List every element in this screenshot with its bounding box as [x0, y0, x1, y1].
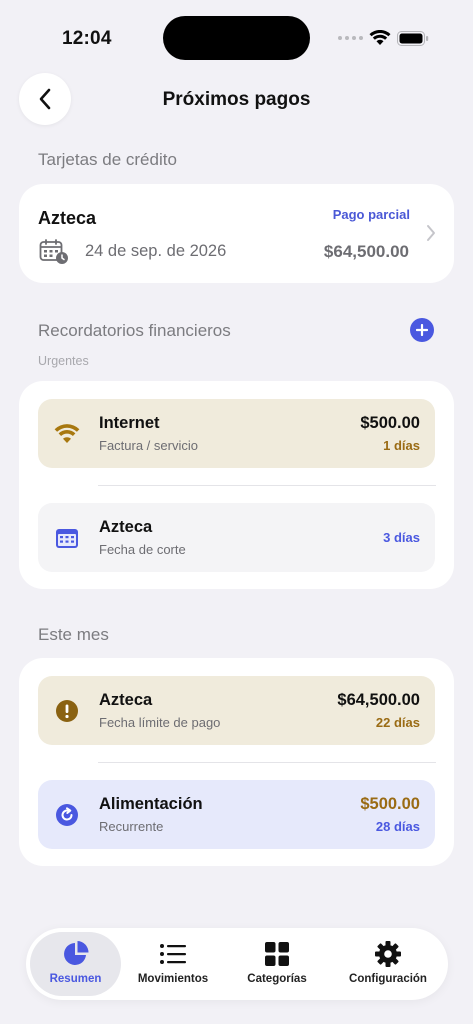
reminder-amount: $500.00 — [360, 414, 420, 432]
plus-icon — [416, 324, 428, 336]
reminder-title: Internet — [99, 414, 160, 432]
add-reminder-button[interactable] — [410, 318, 434, 342]
tab-configuracion[interactable]: Configuración — [336, 932, 440, 996]
pie-chart-icon — [62, 939, 90, 969]
payment-subtitle: Recurrente — [99, 819, 164, 834]
chevron-right-icon — [427, 225, 435, 241]
tab-label: Categorías — [247, 973, 307, 985]
due-date: 24 de sep. de 2026 — [85, 242, 227, 260]
grid-icon — [264, 939, 290, 969]
status-time: 12:04 — [62, 28, 112, 49]
card-name: Azteca — [38, 208, 97, 228]
signal-icon — [338, 36, 363, 40]
payment-amount: $500.00 — [360, 795, 420, 813]
status-badge: Pago parcial — [332, 207, 410, 222]
tab-resumen[interactable]: Resumen — [30, 932, 121, 996]
tab-label: Resumen — [49, 973, 102, 985]
payment-days: 22 días — [375, 715, 420, 730]
section-label-reminders: Recordatorios financieros — [38, 321, 231, 340]
wifi-icon — [54, 421, 80, 447]
card-amount: $64,500.00 — [323, 242, 409, 261]
payment-title: Alimentación — [99, 795, 203, 813]
calendar-icon — [54, 525, 80, 551]
divider — [98, 485, 436, 486]
reminder-row-azteca[interactable]: Azteca Fecha de corte 3 días — [38, 503, 435, 572]
payment-row-azteca[interactable]: Azteca Fecha límite de pago $64,500.00 2… — [38, 676, 435, 745]
recurring-icon — [54, 802, 80, 828]
divider — [98, 762, 436, 763]
list-icon — [159, 939, 187, 969]
tab-label: Configuración — [349, 973, 427, 985]
tab-categorias[interactable]: Categorías — [231, 932, 323, 996]
reminders-card: Internet Factura / servicio $500.00 1 dí… — [19, 381, 454, 589]
status-icons — [338, 28, 429, 48]
dynamic-island — [163, 16, 310, 60]
section-label-this-month: Este mes — [38, 625, 109, 644]
section-label-credit-cards: Tarjetas de crédito — [38, 150, 177, 169]
tab-label: Movimientos — [137, 973, 209, 985]
reminder-row-internet[interactable]: Internet Factura / servicio $500.00 1 dí… — [38, 399, 435, 468]
exclamation-icon — [54, 698, 80, 724]
sub-label-urgent: Urgentes — [38, 354, 89, 368]
page-title: Próximos pagos — [162, 89, 311, 110]
payment-title: Azteca — [99, 691, 153, 709]
tab-bar: Resumen Movimientos Categorías Configura… — [26, 928, 448, 1000]
credit-card-item[interactable]: Azteca Pago parcial 24 de sep. de 2026 $… — [19, 184, 454, 283]
payment-amount: $64,500.00 — [337, 691, 420, 709]
reminder-days: 1 días — [383, 438, 420, 453]
reminder-subtitle: Fecha de corte — [99, 542, 186, 557]
gear-icon — [374, 939, 402, 969]
status-bar: 12:04 — [0, 0, 473, 76]
payment-days: 28 días — [375, 819, 420, 834]
wifi-status-icon — [369, 30, 391, 45]
battery-icon — [397, 30, 429, 46]
reminder-days: 3 días — [383, 530, 420, 545]
payment-subtitle: Fecha límite de pago — [99, 715, 221, 730]
this-month-card: Azteca Fecha límite de pago $64,500.00 2… — [19, 658, 454, 866]
payment-row-alimentacion[interactable]: Alimentación Recurrente $500.00 28 días — [38, 780, 435, 849]
tab-movimientos[interactable]: Movimientos — [127, 932, 219, 996]
calendar-clock-icon — [39, 239, 68, 264]
reminder-title: Azteca — [99, 518, 153, 536]
reminder-subtitle: Factura / servicio — [99, 438, 198, 453]
